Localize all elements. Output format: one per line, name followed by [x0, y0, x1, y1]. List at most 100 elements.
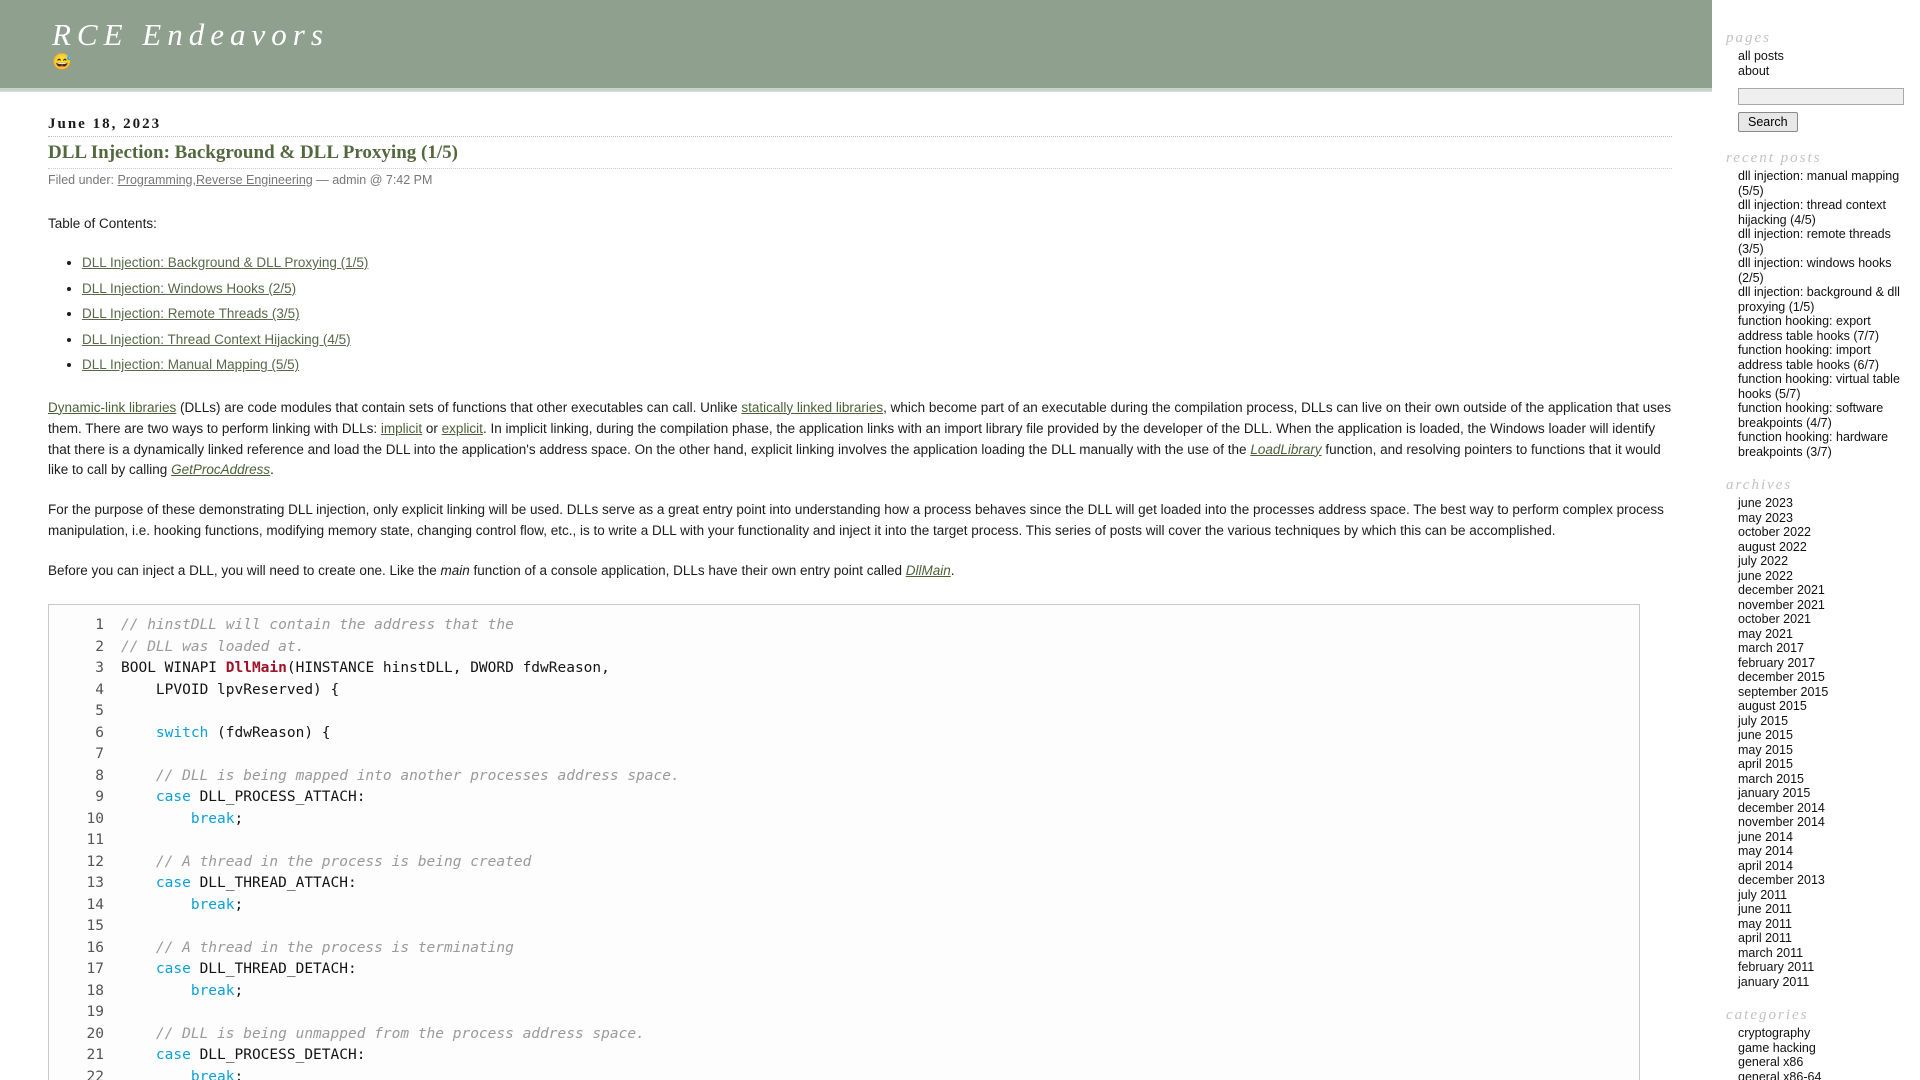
post-title[interactable]: DLL Injection: Background & DLL Proxying… — [48, 142, 1672, 169]
sidebar-archive-link-7[interactable]: december 2021 — [1738, 583, 1825, 597]
sidebar-archive-link-24[interactable]: june 2014 — [1738, 830, 1793, 844]
sidebar-recent-post-link-2[interactable]: dll injection: thread context hijacking … — [1738, 198, 1886, 227]
list-item: april 2015 — [1738, 757, 1914, 772]
sidebar-archive-link-5[interactable]: july 2022 — [1738, 554, 1788, 568]
list-item: july 2022 — [1738, 554, 1914, 569]
link-dynamic-link-libraries[interactable]: Dynamic-link libraries — [48, 400, 176, 415]
code-line-source: BOOL WINAPI DllMain(HINSTANCE hinstDLL, … — [120, 658, 681, 680]
search-input[interactable] — [1738, 88, 1904, 105]
toc-link-2[interactable]: DLL Injection: Windows Hooks (2/5) — [82, 281, 296, 296]
post-category-programming[interactable]: Programming — [117, 173, 192, 187]
sidebar-archive-link-18[interactable]: may 2015 — [1738, 743, 1793, 757]
toc-link-4[interactable]: DLL Injection: Thread Context Hijacking … — [82, 332, 351, 347]
sidebar-page-link-2[interactable]: about — [1738, 64, 1769, 78]
paragraph-3-text-1: Before you can inject a DLL, you will ne… — [48, 563, 441, 579]
sidebar-recent-post-link-7[interactable]: function hooking: import address table h… — [1738, 343, 1879, 372]
sidebar-archive-link-14[interactable]: september 2015 — [1738, 685, 1828, 699]
sidebar-archive-link-25[interactable]: may 2014 — [1738, 844, 1793, 858]
sidebar-archive-link-28[interactable]: july 2011 — [1738, 888, 1787, 902]
sidebar-recent-post-link-1[interactable]: dll injection: manual mapping (5/5) — [1738, 169, 1899, 198]
site-title[interactable]: RCE Endeavors — [52, 17, 1712, 52]
code-line-source — [120, 830, 681, 852]
sidebar-archive-link-15[interactable]: august 2015 — [1738, 699, 1807, 713]
sidebar-archive-link-16[interactable]: july 2015 — [1738, 714, 1788, 728]
list-item: july 2011 — [1738, 888, 1914, 903]
sidebar-recent-post-link-6[interactable]: function hooking: export address table h… — [1738, 314, 1879, 343]
sidebar-recent-post-link-10[interactable]: function hooking: hardware breakpoints (… — [1738, 430, 1888, 459]
sidebar-archive-link-9[interactable]: october 2021 — [1738, 612, 1811, 626]
sidebar-archive-link-6[interactable]: june 2022 — [1738, 569, 1793, 583]
sidebar-page-link-1[interactable]: all posts — [1738, 49, 1784, 63]
sidebar-recent-post-link-8[interactable]: function hooking: virtual table hooks (5… — [1738, 372, 1900, 401]
code-line: 4 LPVOID lpvReserved) { — [49, 680, 681, 702]
sidebar-archive-link-8[interactable]: november 2021 — [1738, 598, 1825, 612]
code-token: switch — [155, 724, 209, 741]
sidebar-archive-link-3[interactable]: october 2022 — [1738, 525, 1811, 539]
toc-link-1[interactable]: DLL Injection: Background & DLL Proxying… — [82, 255, 368, 270]
sidebar-recent-post-link-9[interactable]: function hooking: software breakpoints (… — [1738, 401, 1883, 430]
link-explicit[interactable]: explicit — [442, 421, 483, 436]
code-token: // DLL is being mapped into another proc… — [155, 767, 680, 784]
code-token: ; — [234, 1068, 244, 1080]
sidebar-archive-link-12[interactable]: february 2017 — [1738, 656, 1815, 670]
toc-link-5[interactable]: DLL Injection: Manual Mapping (5/5) — [82, 357, 299, 372]
sidebar-archive-link-17[interactable]: june 2015 — [1738, 728, 1793, 742]
sidebar-archive-link-34[interactable]: january 2011 — [1738, 975, 1809, 989]
link-implicit[interactable]: implicit — [381, 421, 422, 436]
code-line-number: 7 — [95, 746, 104, 763]
sidebar-archive-link-19[interactable]: april 2015 — [1738, 757, 1793, 771]
search-button[interactable]: Search — [1738, 112, 1798, 132]
sidebar-archive-link-31[interactable]: april 2011 — [1738, 931, 1792, 945]
code-line: 13 case DLL_THREAD_ATTACH: — [49, 873, 681, 895]
code-line: 19 — [49, 1002, 681, 1024]
sidebar-archive-link-33[interactable]: february 2011 — [1738, 960, 1814, 974]
paragraph-3: Before you can inject a DLL, you will ne… — [48, 561, 1672, 582]
code-block[interactable]: 1 // hinstDLL will contain the address th… — [48, 604, 1640, 1080]
sidebar-archive-link-2[interactable]: may 2023 — [1738, 511, 1793, 525]
sidebar-category-link-2[interactable]: game hacking — [1738, 1041, 1816, 1055]
sidebar-recent-post-link-3[interactable]: dll injection: remote threads (3/5) — [1738, 227, 1891, 256]
code-token: // A thread in the process is being crea… — [155, 853, 532, 870]
sidebar-recent-post-link-4[interactable]: dll injection: windows hooks (2/5) — [1738, 256, 1892, 285]
sidebar-archive-link-22[interactable]: december 2014 — [1738, 801, 1825, 815]
sidebar-category-link-3[interactable]: general x86 — [1738, 1055, 1803, 1069]
sidebar-category-link-1[interactable]: cryptography — [1738, 1026, 1810, 1040]
code-line-source: // hinstDLL will contain the address tha… — [120, 615, 681, 637]
link-loadlibrary[interactable]: LoadLibrary — [1250, 442, 1321, 457]
sidebar-archive-link-20[interactable]: march 2015 — [1738, 772, 1804, 786]
sidebar-archive-link-21[interactable]: january 2015 — [1738, 786, 1810, 800]
sidebar-archive-link-13[interactable]: december 2015 — [1738, 670, 1825, 684]
sidebar-archive-link-32[interactable]: march 2011 — [1738, 946, 1803, 960]
sidebar-category-link-4[interactable]: general x86-64 — [1738, 1070, 1821, 1080]
code-line-source: LPVOID lpvReserved) { — [120, 680, 681, 702]
code-token: case — [155, 961, 191, 978]
code-line-source: break; — [120, 1067, 681, 1080]
link-getprocaddress[interactable]: GetProcAddress — [171, 462, 270, 477]
sidebar-archive-link-11[interactable]: march 2017 — [1738, 641, 1804, 655]
post-category-reverse-engineering[interactable]: Reverse Engineering — [196, 173, 313, 187]
sidebar-archive-link-30[interactable]: may 2011 — [1738, 917, 1792, 931]
main-content: June 18, 2023 DLL Injection: Background … — [0, 92, 1712, 1080]
sidebar-archive-link-10[interactable]: may 2021 — [1738, 627, 1793, 641]
sidebar-archive-link-1[interactable]: june 2023 — [1738, 496, 1793, 510]
sidebar-archive-link-26[interactable]: april 2014 — [1738, 859, 1793, 873]
sidebar-archive-link-27[interactable]: december 2013 — [1738, 873, 1825, 887]
sidebar-archive-link-4[interactable]: august 2022 — [1738, 540, 1807, 554]
sidebar-archive-link-23[interactable]: november 2014 — [1738, 815, 1825, 829]
sidebar-archive-link-29[interactable]: june 2011 — [1738, 902, 1792, 916]
code-line-number: 19 — [86, 1004, 104, 1021]
toc-link-3[interactable]: DLL Injection: Remote Threads (3/5) — [82, 306, 300, 321]
sidebar-recent-post-link-5[interactable]: dll injection: background & dll proxying… — [1738, 285, 1900, 314]
list-item: june 2023 — [1738, 496, 1914, 511]
site-header-inner: RCE Endeavors 😅 — [0, 0, 1712, 71]
link-statically-linked-libraries[interactable]: statically linked libraries — [741, 400, 883, 415]
post-meta-prefix: Filed under: — [48, 172, 118, 187]
code-line-number: 21 — [86, 1047, 104, 1064]
link-dllmain[interactable]: DllMain — [906, 563, 951, 578]
list-item: march 2017 — [1738, 641, 1914, 656]
list-item: function hooking: hardware breakpoints (… — [1738, 430, 1914, 459]
code-line: 12 // A thread in the process is being c… — [49, 852, 681, 874]
